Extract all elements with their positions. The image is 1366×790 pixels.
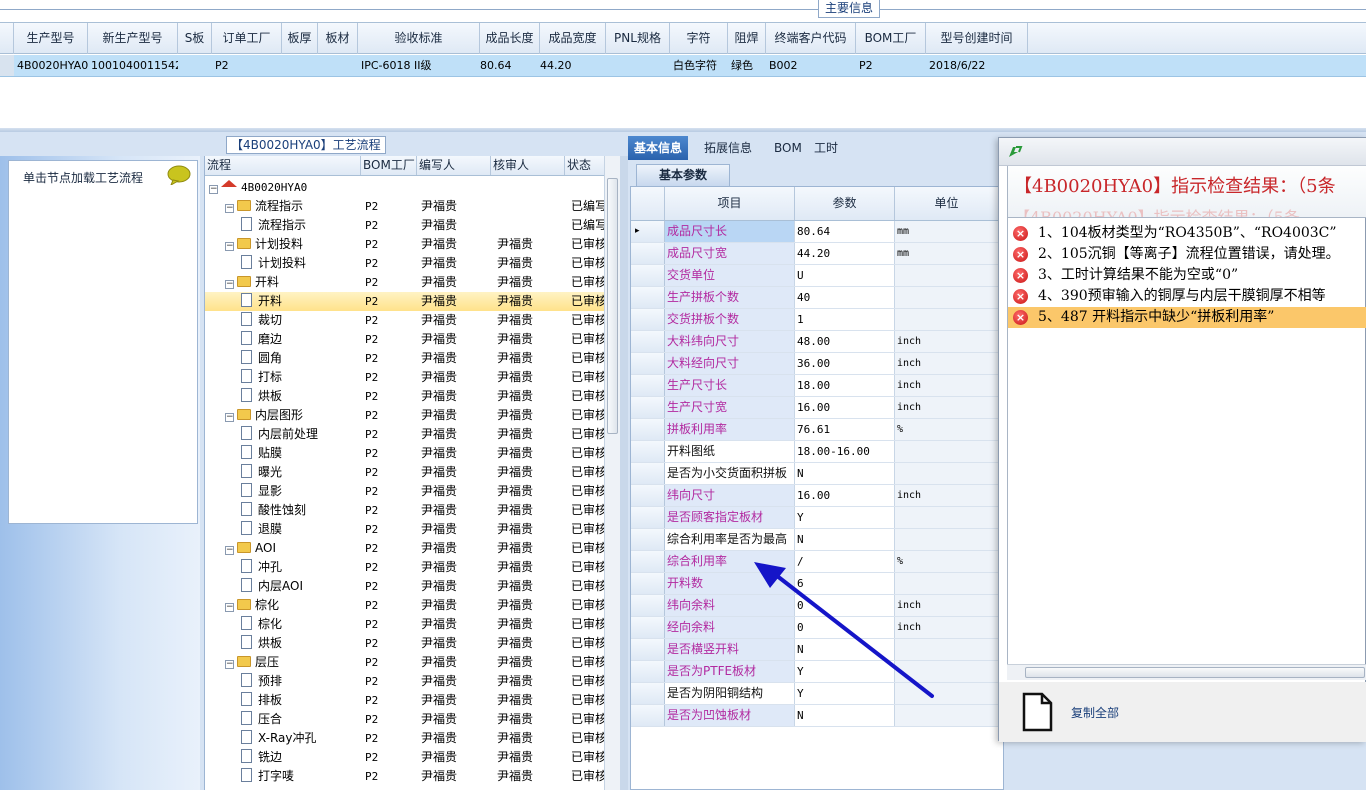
- scrollbar-thumb[interactable]: [1025, 667, 1365, 678]
- error-icon: ×: [1013, 247, 1028, 262]
- error-icon: ×: [1013, 226, 1028, 241]
- error-icon: ×: [1013, 289, 1028, 304]
- check-result-header: 【4B0020HYA0】指示检查结果：（5条 【4B0020HYA0】指示检查结…: [1008, 166, 1366, 218]
- error-text: 2、105沉铜【等离子】流程位置错误，请处理。: [1038, 246, 1340, 262]
- dialog-footer: 复制全部: [999, 682, 1366, 742]
- check-result-heading-echo: 【4B0020HYA0】指示检查结果：（5条: [1014, 208, 1300, 218]
- error-item[interactable]: × 2、105沉铜【等离子】流程位置错误，请处理。: [1008, 244, 1366, 265]
- error-text: 3、工时计算结果不能为空或“0”: [1038, 267, 1239, 283]
- error-text: 4、390预审输入的铜厚与内层干膜铜厚不相等: [1038, 288, 1326, 304]
- error-icon: ×: [1013, 268, 1028, 283]
- dialog-titlebar[interactable]: [999, 138, 1366, 166]
- error-text: 5、487 开料指示中缺少“拼板利用率”: [1038, 309, 1275, 325]
- error-icon: ×: [1013, 310, 1028, 325]
- error-item[interactable]: × 5、487 开料指示中缺少“拼板利用率”: [1008, 307, 1366, 328]
- error-item[interactable]: × 4、390预审输入的铜厚与内层干膜铜厚不相等: [1008, 286, 1366, 307]
- error-list-hscrollbar[interactable]: [1007, 664, 1366, 680]
- app-logo-icon: [1009, 146, 1023, 157]
- error-item[interactable]: × 3、工时计算结果不能为空或“0”: [1008, 265, 1366, 286]
- error-item[interactable]: × 1、104板材类型为“RO4350B”、“RO4003C”: [1008, 223, 1366, 244]
- error-text: 1、104板材类型为“RO4350B”、“RO4003C”: [1038, 225, 1337, 241]
- document-icon[interactable]: [1021, 692, 1053, 732]
- check-result-dialog: 【4B0020HYA0】指示检查结果：（5条 【4B0020HYA0】指示检查结…: [998, 137, 1366, 742]
- copy-all-button[interactable]: 复制全部: [1071, 704, 1119, 721]
- check-result-body: 【4B0020HYA0】指示检查结果：（5条 【4B0020HYA0】指示检查结…: [1007, 166, 1366, 676]
- check-result-heading: 【4B0020HYA0】指示检查结果：（5条: [1014, 176, 1336, 197]
